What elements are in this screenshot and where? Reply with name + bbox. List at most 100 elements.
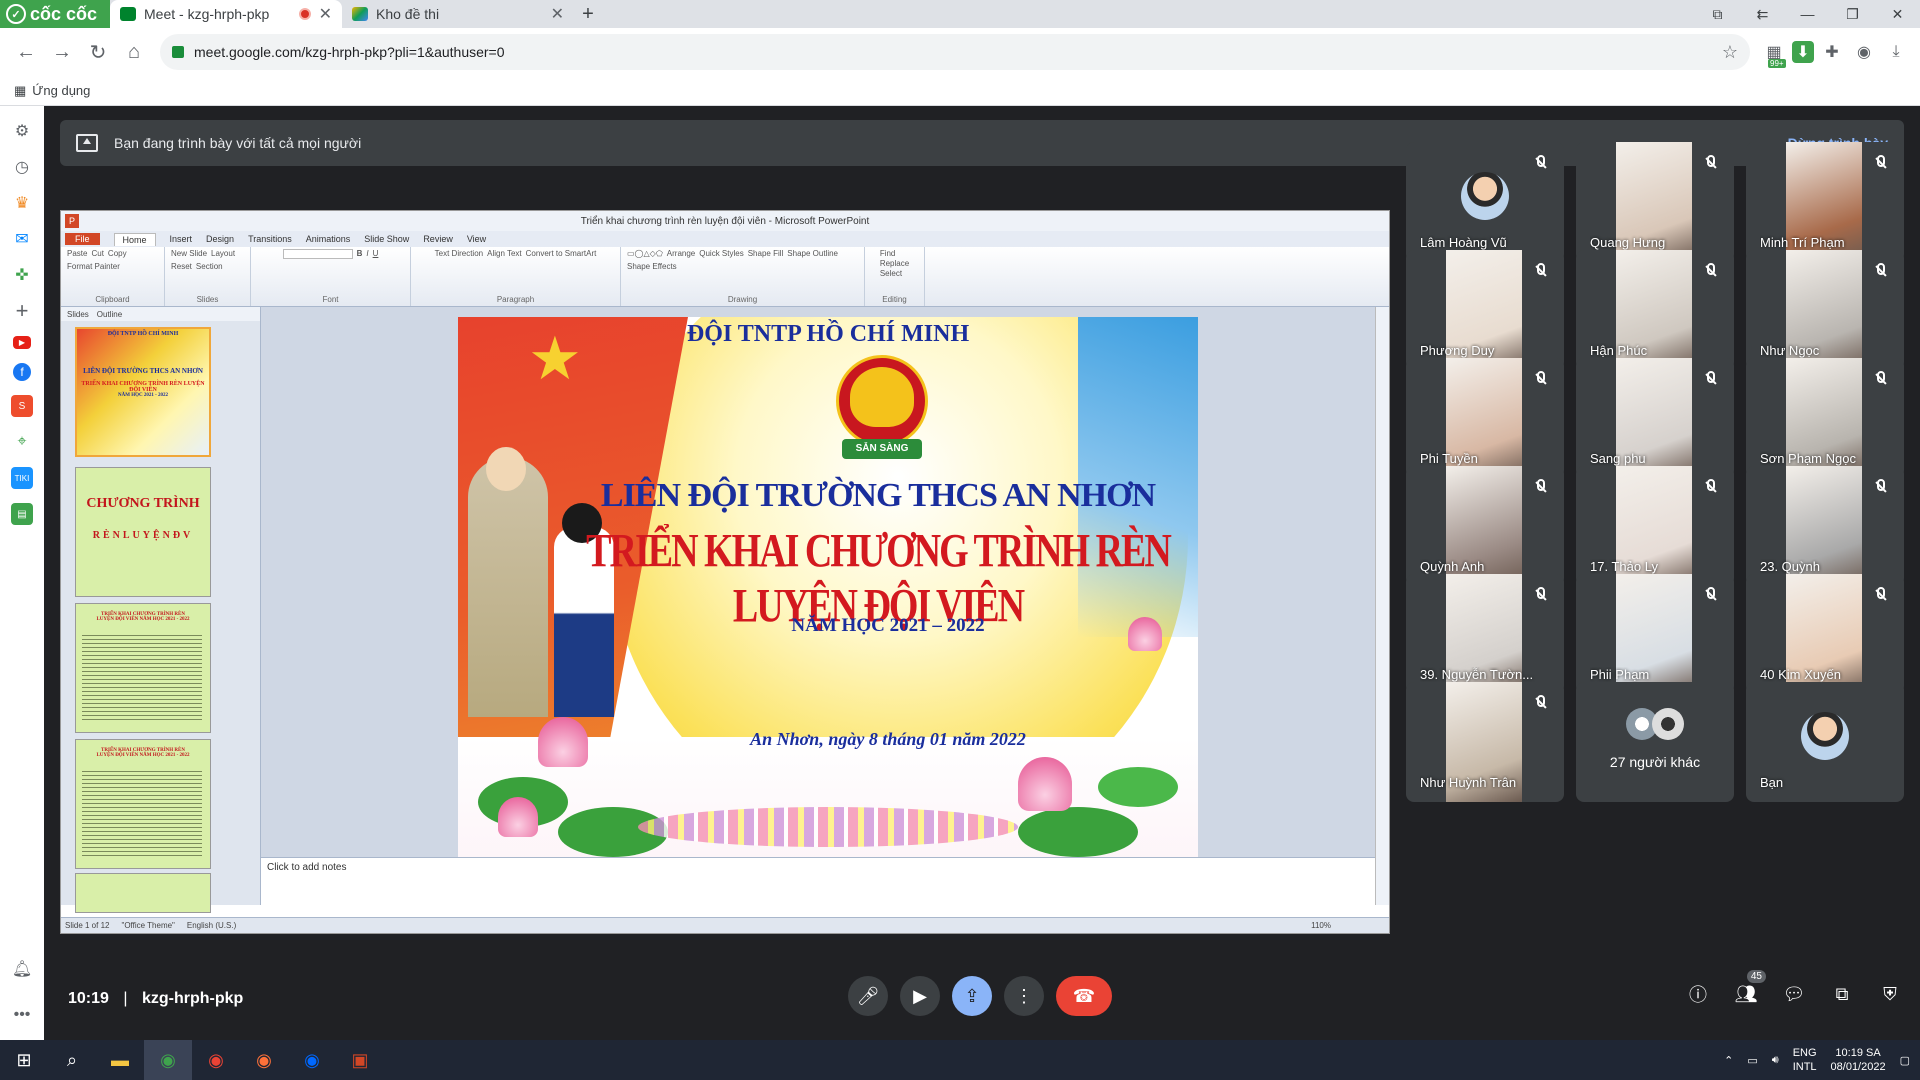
participant-tile[interactable]: Minh Trí Phạm [1746,142,1904,262]
quick-styles-button[interactable]: Quick Styles [699,249,743,258]
settings-icon[interactable]: ⚙ [11,120,33,142]
close-tab-icon[interactable]: ✕ [551,4,564,24]
slide-thumbnail-5[interactable] [75,873,211,913]
font-name-box[interactable] [282,249,353,259]
firefox-taskbar-icon[interactable]: ◉ [240,1040,288,1080]
participant-tile[interactable]: Phương Duy [1406,250,1564,370]
tab-kho-de-thi[interactable]: Kho đề thi ✕ [342,0,574,28]
current-slide[interactable]: ★ ĐỘI TNTP HỒ CHÍ MINH SẴN SÀNG LIÊN ĐỘI… [458,317,1198,867]
participant-tile[interactable]: Lâm Hoàng Vũ [1406,142,1564,262]
participant-tile[interactable]: Quang Hưng [1576,142,1734,262]
shape-outline-button[interactable]: Shape Outline [787,249,838,258]
bold-button[interactable]: B [357,249,363,259]
ribbon-tab-transitions[interactable]: Transitions [248,234,292,244]
ribbon-tab-view[interactable]: View [467,234,486,244]
select-button[interactable]: Select [880,269,909,278]
profile-icon[interactable]: ◉ [1850,38,1878,66]
shopee-icon[interactable]: S [11,395,33,417]
back-button[interactable]: ← [10,36,42,68]
participant-tile[interactable]: 27 người khác [1576,682,1734,802]
sheet-icon[interactable]: ▤ [11,503,33,525]
ribbon-tab-file[interactable]: File [65,233,100,245]
extensions-puzzle-icon[interactable]: ✚ [1818,38,1846,66]
minimize-button[interactable]: — [1785,6,1830,22]
youtube-icon[interactable]: ▶ [13,336,31,349]
participant-tile[interactable]: Như Ngọc [1746,250,1904,370]
participant-tile[interactable]: 17. Thảo Ly [1576,466,1734,586]
host-controls-icon[interactable]: ⛨ [1878,982,1902,1006]
cut-button[interactable]: Cut [91,249,103,258]
participant-tile[interactable]: Phii Phạm [1576,574,1734,694]
italic-button[interactable]: I [366,249,368,259]
file-explorer-icon[interactable]: ▬ [96,1040,144,1080]
downloads-icon[interactable]: ⤓ [1882,38,1910,66]
participant-tile[interactable]: Quỳnh Anh [1406,466,1564,586]
present-now-button[interactable]: ⇪ [952,976,992,1016]
history-icon[interactable]: ◷ [11,156,33,178]
notifications-icon[interactable]: ▢ [1900,1054,1910,1067]
shapes-gallery-icon[interactable]: ▭◯△◇⬠ [627,249,663,258]
forward-button[interactable]: → [46,36,78,68]
powerpoint-taskbar-icon[interactable]: ▣ [336,1040,384,1080]
text-direction-button[interactable]: Text Direction [435,249,483,258]
slide-thumbnail-3[interactable]: TRIỂN KHAI CHƯƠNG TRÌNH RÈN LUYỆN ĐỘI VI… [75,603,211,733]
vertical-scrollbar[interactable] [1375,307,1389,905]
show-hidden-icons-icon[interactable]: ⌃ [1724,1054,1733,1067]
underline-button[interactable]: U [373,249,379,259]
participant-tile[interactable]: 23. Quỳnh [1746,466,1904,586]
more-options-button[interactable]: ⋮ [1004,976,1044,1016]
windows-start-icon[interactable]: ⊞ [0,1040,48,1080]
new-tab-button[interactable]: + [574,0,602,28]
participant-tile[interactable]: Bạn [1746,682,1904,802]
coccoc-menu-button[interactable]: ✓ cốc cốc [0,0,110,28]
section-button[interactable]: Section [196,262,223,271]
convert-smartart-button[interactable]: Convert to SmartArt [526,249,597,258]
chat-icon[interactable]: 💬︎ [1782,982,1806,1006]
back-history-icon[interactable]: ⇇ [1740,6,1785,23]
location-icon[interactable]: ⌖ [11,431,33,453]
participant-tile[interactable]: Như Huỳnh Trân [1406,682,1564,802]
maximize-button[interactable]: ❐ [1830,6,1875,23]
volume-icon[interactable]: 🔊︎ [1772,1054,1779,1067]
close-tab-icon[interactable]: ✕ [319,4,332,24]
replace-button[interactable]: Replace [880,259,909,268]
ribbon-tab-animations[interactable]: Animations [306,234,351,244]
find-button[interactable]: Find [880,249,909,258]
layout-button[interactable]: Layout [211,249,235,258]
crown-icon[interactable]: ♛ [11,192,33,214]
ribbon-tab-home[interactable]: Home [113,232,156,246]
ribbon-tab-review[interactable]: Review [423,234,453,244]
microphone-button[interactable]: 🎤︎ [848,976,888,1016]
close-window-button[interactable]: ✕ [1875,6,1920,23]
tiki-icon[interactable]: TIKI [11,467,33,489]
slide-thumbnail-2[interactable]: CHƯƠNG TRÌNH RÈNLUYỆNĐV [75,467,211,597]
more-sidebar-icon[interactable]: ••• [11,1004,33,1026]
shape-fill-button[interactable]: Shape Fill [748,249,784,258]
address-bar[interactable]: meet.google.com/kzg-hrph-pkp?pli=1&authu… [160,34,1750,70]
tab-meet[interactable]: Meet - kzg-hrph-pkp ✕ [110,0,342,28]
slide-thumbnail-1[interactable]: ĐỘI TNTP HỒ CHÍ MINH LIÊN ĐỘI TRƯỜNG THC… [75,327,211,457]
status-zoom[interactable]: 110% [1311,921,1331,930]
notes-pane[interactable]: Click to add notes [261,857,1377,905]
meeting-details-icon[interactable]: ⓘ [1686,982,1710,1006]
ribbon-tab-insert[interactable]: Insert [170,234,193,244]
bookmark-star-icon[interactable]: ☆ [1722,42,1738,63]
reload-button[interactable]: ↻ [82,36,114,68]
zalo-taskbar-icon[interactable]: ◉ [288,1040,336,1080]
participant-tile[interactable]: Sơn Phạm Ngọc [1746,358,1904,478]
format-painter-button[interactable]: Format Painter [67,262,120,271]
download-green-icon[interactable]: ⬇ [1792,41,1814,63]
ribbon-tab-design[interactable]: Design [206,234,234,244]
messenger-icon[interactable]: ✉ [11,228,33,250]
add-sidebar-icon[interactable]: + [11,298,33,323]
game-icon[interactable]: ✜ [11,264,33,286]
leave-call-button[interactable]: ☎ [1056,976,1112,1016]
reset-button[interactable]: Reset [171,262,192,271]
new-slide-button[interactable]: New Slide [171,249,207,258]
participant-tile[interactable]: Sang phu [1576,358,1734,478]
pane-tab-slides[interactable]: Slides [67,310,89,319]
facebook-icon[interactable]: f [13,363,31,381]
ribbon-tab-slideshow[interactable]: Slide Show [364,234,409,244]
copy-button[interactable]: Copy [108,249,127,258]
camera-button[interactable]: ▶ [900,976,940,1016]
